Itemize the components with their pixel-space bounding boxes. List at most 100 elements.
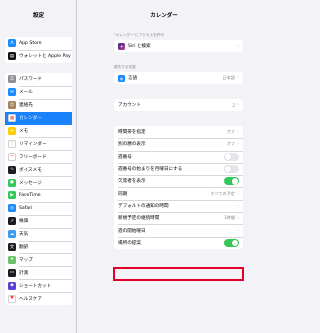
- sidebar-item-label: ボイスメモ: [19, 167, 42, 173]
- sidebar-item-label: Safari: [19, 205, 33, 211]
- facetime-icon: ▶: [8, 191, 16, 200]
- globe-icon: ◍: [118, 74, 125, 82]
- calendar-options-group: 時間帯を指定 オフ › 別の暦の表示 オフ › 週番号 週番号の始まりを月曜日にする 欠席者を表…: [114, 126, 243, 249]
- siri-icon: ✦: [118, 42, 125, 50]
- option-label: 新規予定の継続時間: [118, 216, 160, 222]
- sidebar-item[interactable]: ▤ ウォレットと Apple Pay: [5, 49, 72, 63]
- calendar-option-row[interactable]: デフォルトの通知の時間 ›: [114, 199, 243, 212]
- voice-memos-icon: ∿: [8, 165, 16, 174]
- sidebar-item[interactable]: ▶ FaceTime: [5, 189, 72, 202]
- sidebar-item[interactable]: ⚿ パスワード: [5, 73, 72, 86]
- app-store-icon: A: [8, 39, 16, 48]
- sidebar-item[interactable]: ☺ 連絡先: [5, 98, 72, 112]
- calendar-option-row[interactable]: 新規予定の継続時間 1時間 ›: [114, 212, 243, 224]
- language-value: 日本語: [222, 75, 235, 81]
- sidebar-item[interactable]: ☁ 天気: [5, 227, 72, 241]
- messages-icon: ●: [8, 178, 16, 187]
- sidebar-item[interactable]: ✉ メール: [5, 85, 72, 99]
- option-value: オフ: [226, 141, 235, 147]
- option-value: すべての予定: [210, 190, 235, 196]
- accounts-row[interactable]: アカウント 2 ›: [114, 99, 243, 111]
- calendar-option-row[interactable]: 場所の提案: [114, 236, 243, 249]
- siri-search-row[interactable]: ✦ Siri と検索 ›: [114, 40, 243, 52]
- page-title: カレンダー: [150, 13, 178, 19]
- sidebar-item[interactable]: ≡ メモ: [5, 125, 72, 138]
- settings-sidebar: 設定 A App Store ▤ ウォレットと Apple Pay ⚿ パスワード ✉ メー…: [0, 0, 77, 333]
- toggle-switch[interactable]: [224, 177, 239, 186]
- calendar-option-row[interactable]: 週番号: [114, 150, 243, 163]
- sidebar-item-label: フリーボード: [19, 154, 47, 160]
- language-label: 言語: [128, 76, 138, 82]
- language-row[interactable]: ◍ 言語 日本語 ›: [114, 72, 243, 84]
- calendar-option-row[interactable]: 時間帯を指定 オフ ›: [114, 126, 243, 138]
- sidebar-item-label: メッセージ: [19, 180, 42, 186]
- option-label: 週の開始曜日: [118, 228, 146, 234]
- sidebar-item[interactable]: ↗ 株価: [5, 214, 72, 228]
- safari-icon: ◎: [8, 204, 16, 213]
- calendar-option-row[interactable]: 週の開始曜日 ›: [114, 224, 243, 236]
- sidebar-item-label: 翻訳: [19, 245, 29, 251]
- chevron-right-icon: ›: [237, 190, 239, 197]
- calendar-option-row[interactable]: 別の暦の表示 オフ ›: [114, 138, 243, 150]
- option-label: 週番号: [118, 154, 132, 160]
- calendar-option-row[interactable]: 欠席者を表示: [114, 175, 243, 187]
- sidebar-item[interactable]: ◎ Safari: [5, 201, 72, 215]
- sidebar-group-store: A App Store ▤ ウォレットと Apple Pay: [5, 37, 72, 63]
- sidebar-item-label: 天気: [19, 232, 29, 238]
- sidebar-item[interactable]: ▭ 計測: [5, 266, 72, 279]
- chevron-right-icon: ›: [237, 129, 239, 136]
- chevron-right-icon: ›: [237, 43, 239, 50]
- sidebar-item-label: FaceTime: [19, 192, 41, 198]
- wallet-icon: ▤: [8, 52, 16, 61]
- sidebar-item[interactable]: ◆ ショートカット: [5, 279, 72, 292]
- sidebar-item[interactable]: ~ フリーボード: [5, 150, 72, 163]
- sidebar-item-label: App Store: [19, 40, 42, 46]
- option-label: 別の暦の表示: [118, 142, 146, 148]
- toggle-switch[interactable]: [224, 165, 239, 174]
- maps-icon: ➤: [8, 255, 16, 264]
- notes-icon: ≡: [8, 127, 16, 135]
- siri-section-header: "カレンダー"にアクセスを許可: [114, 33, 164, 37]
- contacts-icon: ☺: [8, 101, 16, 110]
- option-value: オフ: [226, 129, 235, 135]
- chevron-right-icon: ›: [237, 227, 239, 234]
- sidebar-item[interactable]: ♥ ヘルスケア: [5, 292, 72, 305]
- health-icon: ♥: [8, 294, 16, 303]
- sidebar-item-label: カレンダー: [19, 116, 42, 122]
- sidebar-item[interactable]: ▦ カレンダー: [5, 111, 72, 125]
- sidebar-item[interactable]: ➤ マップ: [5, 253, 72, 266]
- chevron-right-icon: ›: [237, 202, 239, 209]
- sidebar-item-label: 株価: [19, 219, 29, 225]
- accounts-value: 2: [232, 102, 235, 108]
- sidebar-item[interactable]: A App Store: [5, 37, 72, 50]
- sidebar-item[interactable]: 文翻訳: [5, 240, 72, 254]
- measure-icon: ▭: [8, 268, 16, 277]
- option-label: デフォルトの通知の時間: [118, 203, 169, 209]
- sidebar-item-label: ヘルスケア: [19, 296, 42, 302]
- calendar-settings-pane: カレンダー "カレンダー"にアクセスを許可 ✦ Siri と検索 › 優先する言…: [78, 0, 250, 333]
- calendar-icon: ▦: [8, 114, 16, 123]
- calendar-option-row[interactable]: 同期 すべての予定 ›: [114, 187, 243, 199]
- sidebar-item[interactable]: ● メッセージ: [5, 176, 72, 189]
- sidebar-item-label: 計測: [19, 270, 29, 276]
- language-group: ◍ 言語 日本語 ›: [114, 72, 243, 85]
- calendar-option-row[interactable]: 週番号の始まりを月曜日にする: [114, 162, 243, 175]
- key-icon: ⚿: [8, 75, 16, 84]
- weather-icon: ☁: [8, 230, 16, 239]
- sidebar-item-label: パスワード: [19, 77, 42, 83]
- sidebar-item-label: メール: [19, 90, 33, 96]
- sidebar-item-label: リマインダー: [19, 141, 47, 147]
- freeform-icon: ~: [8, 152, 16, 161]
- toggle-switch[interactable]: [224, 238, 239, 247]
- translate-icon: 文: [8, 243, 16, 252]
- sidebar-item-label: 連絡先: [19, 103, 33, 109]
- reminders-icon: ⋮: [8, 139, 16, 148]
- sidebar-item[interactable]: ⋮ リマインダー: [5, 137, 72, 150]
- option-value: 1時間: [223, 215, 235, 221]
- chevron-right-icon: ›: [237, 141, 239, 148]
- mail-icon: ✉: [8, 88, 16, 97]
- language-section-header: 優先する言語: [114, 65, 136, 69]
- sidebar-group-apps: ⚿ パスワード ✉ メール ☺ 連絡先 ▦ カレンダー ≡ メモ ⋮ リマインダー ~ フリーボード ∿ ボイ…: [5, 73, 72, 306]
- toggle-switch[interactable]: [224, 152, 239, 161]
- sidebar-item[interactable]: ∿ ボイスメモ: [5, 163, 72, 176]
